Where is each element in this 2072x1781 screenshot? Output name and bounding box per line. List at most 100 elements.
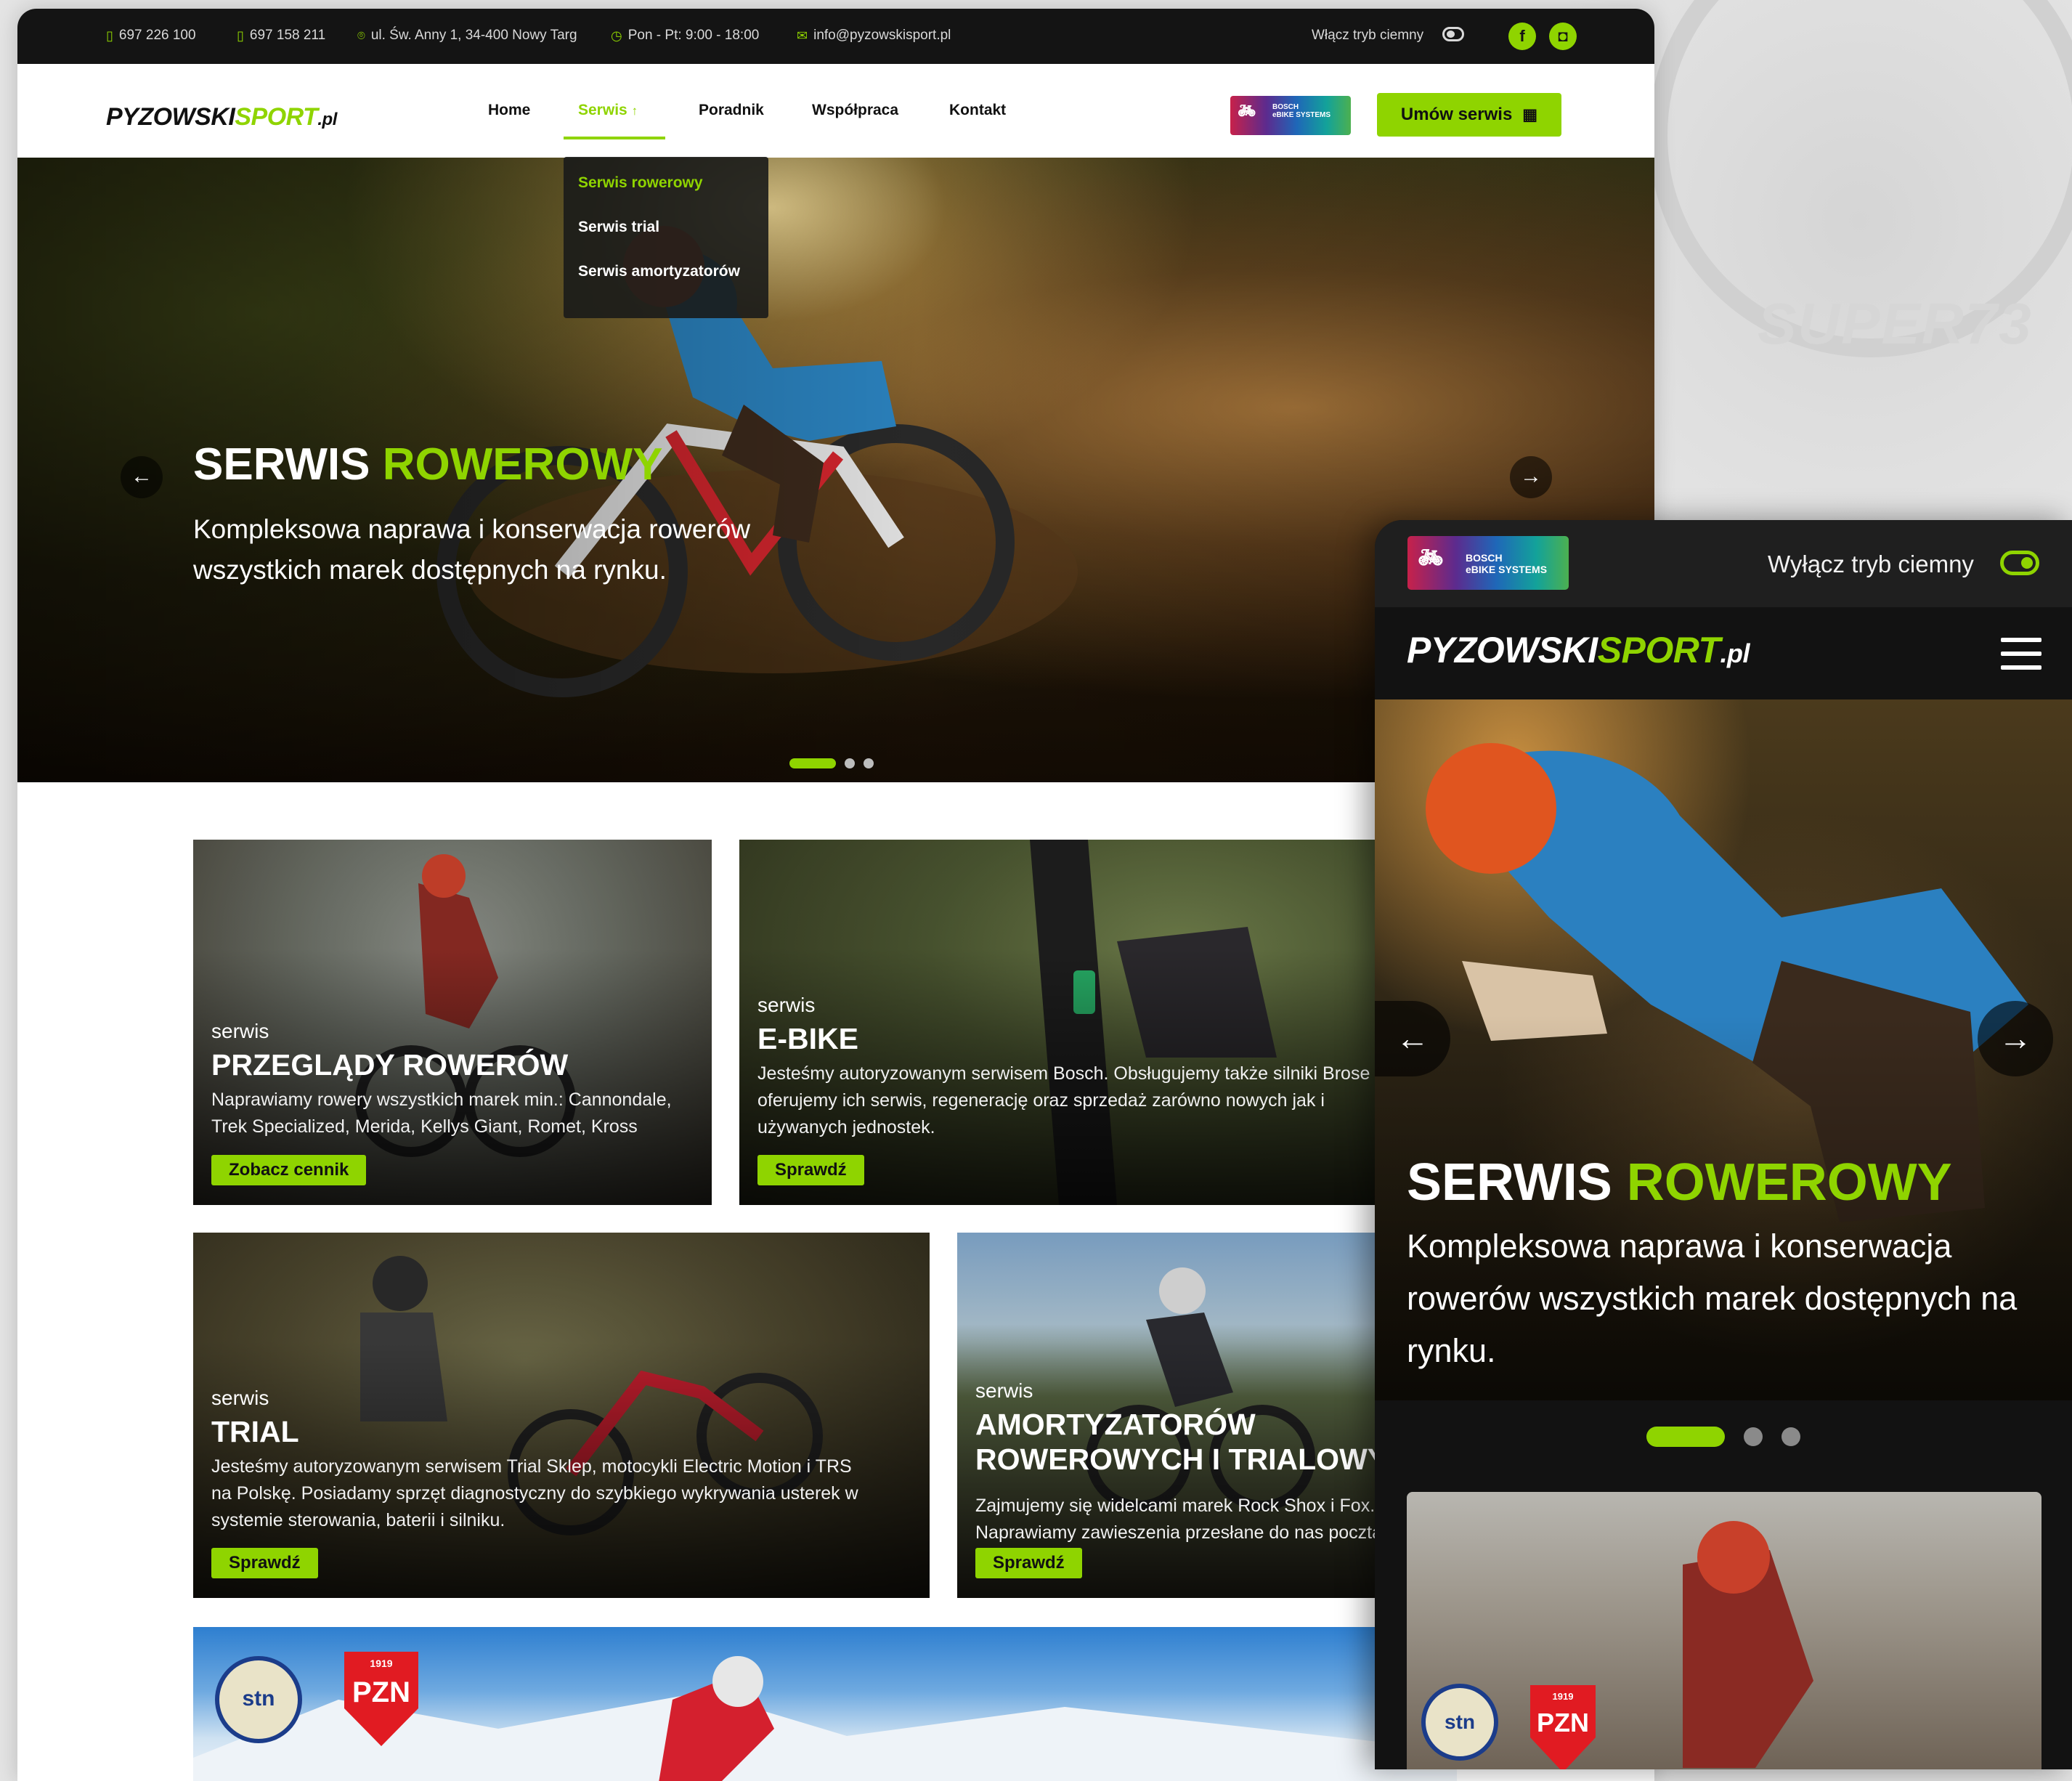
bike-icon: 🚲︎ — [1418, 546, 1444, 569]
bosch-line-2: eBIKE SYSTEMS — [1272, 111, 1331, 119]
logo-part-1: PYZOWSKI — [106, 103, 235, 131]
phone-2-text: 697 158 211 — [249, 28, 326, 43]
bike-icon: 🚲︎ — [1238, 103, 1256, 119]
check-button[interactable]: Sprawdź — [757, 1155, 864, 1185]
card-shade — [193, 840, 712, 1205]
hero-title-part-1: SERWIS — [193, 439, 383, 490]
card-description: Jesteśmy autoryzowanym serwisem Trial Sk… — [211, 1456, 858, 1530]
email-text: info@pyzowskisport.pl — [813, 28, 951, 43]
logo-tld: .pl — [317, 110, 337, 129]
logo-tld: .pl — [1720, 638, 1750, 668]
bosch-line-1: BOSCH — [1466, 552, 1503, 564]
nav-kontakt[interactable]: Kontakt — [949, 102, 1006, 119]
logo-part-2: SPORT — [1597, 630, 1720, 670]
phone-1-text: 697 226 100 — [118, 28, 196, 43]
book-service-label: Umów serwis — [1400, 105, 1513, 124]
slide-dot[interactable] — [864, 758, 874, 768]
nav-wspolpraca[interactable]: Współpraca — [812, 102, 898, 119]
slide-dot[interactable] — [845, 758, 855, 768]
location-pin-icon: ⌾ — [357, 28, 365, 43]
stn-badge-logo: stn — [215, 1656, 302, 1743]
phone-2[interactable]: ▯ 697 158 211 — [237, 28, 325, 44]
bosch-line-1: BOSCH — [1272, 103, 1299, 111]
card-description: Naprawiamy rowery wszystkich marek min.:… — [211, 1090, 672, 1137]
mail-icon: ✉ — [797, 28, 808, 43]
site-logo[interactable]: PYZOWSKISPORT.pl — [106, 103, 337, 131]
hours-text: Pon - Pt: 9:00 - 18:00 — [627, 28, 760, 43]
mobile-slide-dots — [1646, 1427, 1800, 1447]
facebook-icon[interactable]: f — [1508, 23, 1536, 50]
nav-serwis[interactable]: Serwis ↑ — [578, 102, 638, 119]
stn-badge-logo: stn — [1421, 1684, 1498, 1761]
mobile-bosch-ebike-badge[interactable]: 🚲︎ BOSCH eBIKE SYSTEMS — [1407, 536, 1569, 590]
card-description: Jesteśmy autoryzowanym serwisem Bosch. O… — [757, 1063, 1386, 1137]
slide-dot-active[interactable] — [1646, 1427, 1725, 1447]
mobile-top-bar: 🚲︎ BOSCH eBIKE SYSTEMS Wyłącz tryb ciemn… — [1375, 520, 2072, 607]
opening-hours: ◷ Pon - Pt: 9:00 - 18:00 — [611, 28, 759, 44]
card-kicker: serwis — [757, 994, 816, 1016]
slide-dot[interactable] — [1781, 1427, 1800, 1446]
pzn-text: PZN — [352, 1676, 410, 1708]
hamburger-menu-icon[interactable] — [2001, 638, 2041, 670]
slide-dot[interactable] — [1744, 1427, 1763, 1446]
book-service-button[interactable]: Umów serwis ▦ — [1377, 93, 1561, 137]
hero-subtitle: Kompleksowa naprawa i konserwacja roweró… — [193, 514, 751, 585]
dropdown-item-serwis-rowerowy[interactable]: Serwis rowerowy — [578, 174, 703, 192]
dark-mode-text: Włącz tryb ciemny — [1312, 28, 1424, 43]
address[interactable]: ⌾ ul. Św. Anny 1, 34-400 Nowy Targ — [357, 28, 577, 44]
dropdown-item-serwis-amortyzatorow[interactable]: Serwis amortyzatorów — [578, 263, 740, 280]
service-card-ebike: serwis E-BIKE Jesteśmy autoryzowanym ser… — [739, 840, 1473, 1205]
ski-service-banner: stn 1919 PZN — [193, 1627, 1457, 1781]
hero-title: SERWIS ROWEROWY — [193, 439, 662, 490]
bosch-line-2: eBIKE SYSTEMS — [1466, 564, 1548, 575]
background-watermark: SUPER73 — [1758, 291, 2033, 356]
dark-mode-label: Włącz tryb ciemny — [1312, 28, 1423, 44]
arrow-up-icon: ↑ — [631, 104, 638, 118]
nav-active-underline — [564, 137, 665, 139]
hero-prev-arrow-icon[interactable]: ← — [121, 456, 163, 498]
mobile-card-image — [1683, 1521, 1813, 1768]
email[interactable]: ✉ info@pyzowskisport.pl — [797, 28, 951, 44]
phone-icon: ▯ — [237, 28, 244, 43]
dark-mode-toggle[interactable] — [1442, 27, 1464, 41]
mobile-dark-mode-label: Wyłącz tryb ciemny — [1768, 551, 1974, 577]
mobile-next-arrow-icon[interactable]: → — [1978, 1001, 2053, 1076]
phone-1[interactable]: ▯ 697 226 100 — [106, 28, 196, 44]
logo-part-2: SPORT — [235, 103, 318, 131]
calendar-icon: ▦ — [1522, 105, 1538, 123]
card-title: PRZEGLĄDY ROWERÓW — [211, 1048, 569, 1082]
logo-part-1: PYZOWSKI — [1407, 630, 1598, 670]
address-text: ul. Św. Anny 1, 34-400 Nowy Targ — [370, 28, 577, 43]
hero-title-part-2: ROWEROWY — [382, 439, 663, 490]
card-kicker: serwis — [211, 1387, 269, 1409]
mobile-hero-title: SERWIS ROWEROWY — [1407, 1153, 1952, 1212]
hero-next-arrow-icon[interactable]: → — [1510, 456, 1552, 498]
mobile-hero-subtitle: Kompleksowa naprawa i konserwacja roweró… — [1407, 1228, 2018, 1369]
bosch-ebike-badge[interactable]: 🚲︎ BOSCH eBIKE SYSTEMS — [1230, 96, 1351, 135]
serwis-dropdown-menu: Serwis rowerowy Serwis trial Serwis amor… — [564, 157, 768, 318]
pzn-year: 1919 — [1552, 1691, 1574, 1702]
price-list-button[interactable]: Zobacz cennik — [211, 1155, 367, 1185]
main-navigation: PYZOWSKISPORT.pl Home Serwis ↑ Poradnik … — [17, 64, 1654, 166]
check-button[interactable]: Sprawdź — [211, 1548, 318, 1578]
dropdown-item-serwis-trial[interactable]: Serwis trial — [578, 219, 659, 236]
clock-icon: ◷ — [611, 28, 622, 43]
card-shade — [193, 1233, 930, 1598]
mobile-dark-mode-toggle[interactable] — [2000, 551, 2039, 575]
mobile-prev-arrow-icon[interactable]: ← — [1375, 1001, 1450, 1076]
mobile-mockup: 🚲︎ BOSCH eBIKE SYSTEMS Wyłącz tryb ciemn… — [1375, 520, 2072, 1769]
instagram-icon[interactable]: ◘ — [1549, 23, 1577, 50]
nav-home[interactable]: Home — [488, 102, 530, 119]
hero-title-part-1: SERWIS — [1407, 1153, 1627, 1212]
card-title: TRIAL — [211, 1415, 299, 1448]
card-kicker: serwis — [975, 1379, 1033, 1402]
card-kicker: serwis — [211, 1020, 269, 1042]
slide-dot-active[interactable] — [789, 758, 836, 768]
card-title: E-BIKE — [757, 1022, 858, 1055]
mobile-site-logo[interactable]: PYZOWSKISPORT.pl — [1407, 629, 1750, 671]
check-button[interactable]: Sprawdź — [975, 1548, 1082, 1578]
hero-title-part-2: ROWEROWY — [1626, 1153, 1952, 1212]
mobile-service-card: stn 1919 PZN — [1407, 1492, 2041, 1769]
nav-poradnik[interactable]: Poradnik — [699, 102, 764, 119]
pzn-text: PZN — [1537, 1708, 1589, 1737]
